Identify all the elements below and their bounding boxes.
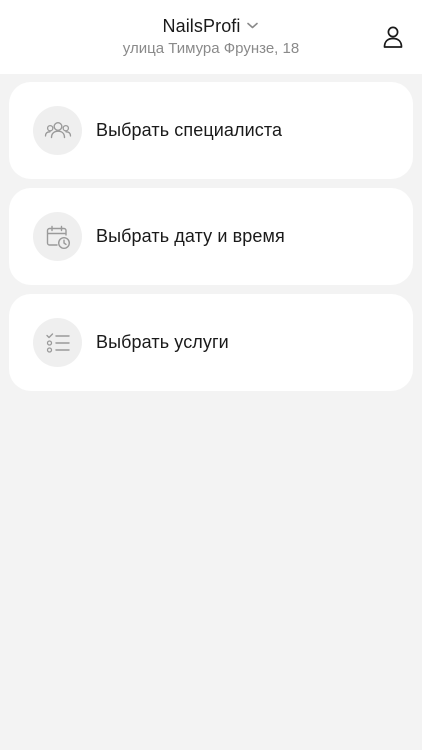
salon-selector[interactable]: NailsProfi xyxy=(162,16,259,37)
booking-options: Выбрать специалиста Выбрать дату и время xyxy=(0,74,422,391)
chevron-down-icon xyxy=(246,18,260,32)
choose-services-label: Выбрать услуги xyxy=(96,332,229,352)
choose-datetime-card[interactable]: Выбрать дату и время xyxy=(9,188,413,285)
app-root: NailsProfi улица Тимура Фрунзе, 18 Выбра… xyxy=(0,0,422,750)
choose-specialist-card[interactable]: Выбрать специалиста xyxy=(9,82,413,179)
choose-specialist-label: Выбрать специалиста xyxy=(96,120,283,140)
profile-button[interactable] xyxy=(381,24,405,50)
user-icon xyxy=(383,26,403,48)
users-icon xyxy=(33,106,82,155)
calendar-clock-icon xyxy=(33,212,82,261)
salon-title: NailsProfi xyxy=(162,15,241,36)
salon-address: улица Тимура Фрунзе, 18 xyxy=(122,39,300,57)
choose-datetime-label: Выбрать дату и время xyxy=(96,226,285,246)
checklist-icon xyxy=(33,318,82,367)
header: NailsProfi улица Тимура Фрунзе, 18 xyxy=(0,0,422,74)
choose-services-card[interactable]: Выбрать услуги xyxy=(9,294,413,391)
